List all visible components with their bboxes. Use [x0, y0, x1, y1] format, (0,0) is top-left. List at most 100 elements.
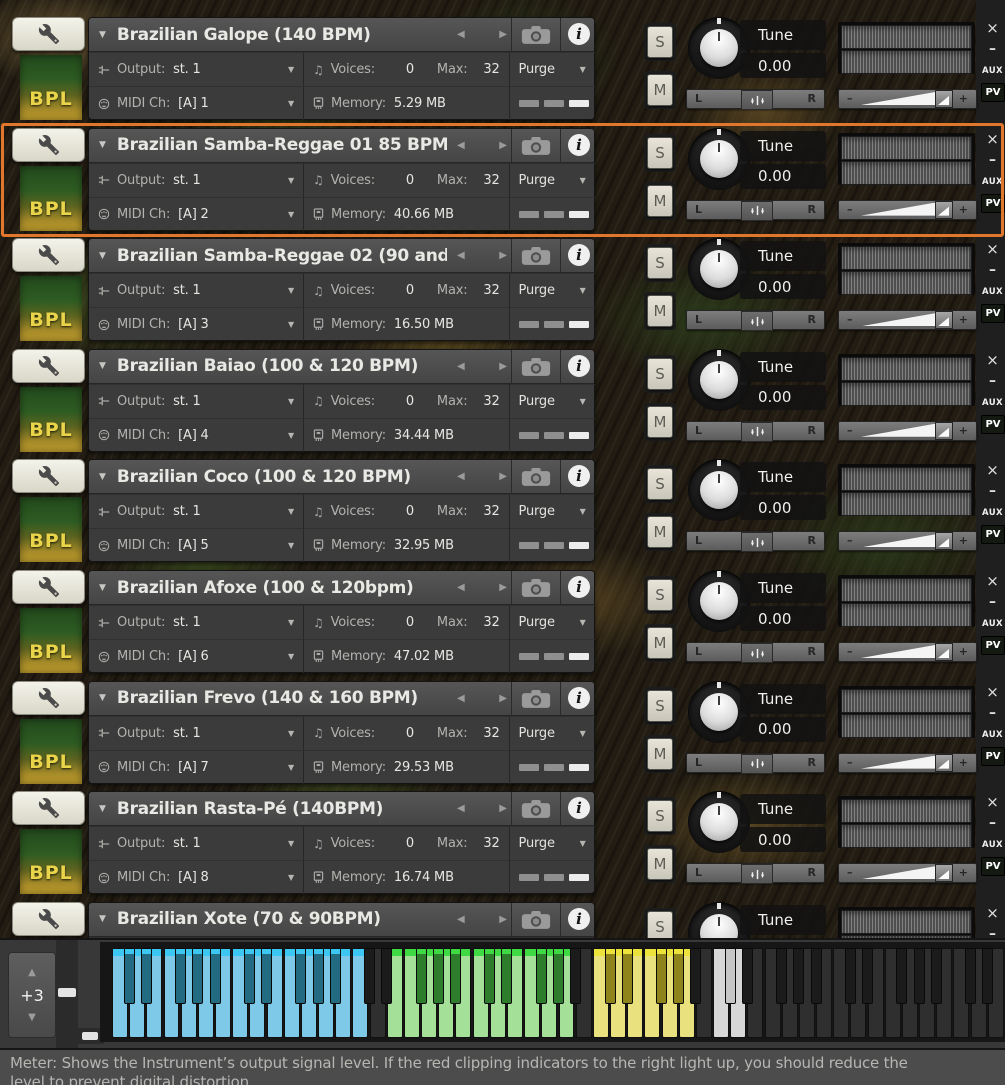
minimize-icon[interactable]: – — [980, 152, 1005, 168]
pv-button[interactable]: PV — [981, 414, 1005, 434]
piano-key-black[interactable] — [501, 948, 513, 1004]
pan-handle[interactable] — [741, 421, 773, 442]
close-icon[interactable]: × — [980, 240, 1005, 258]
wrench-edit-button[interactable] — [12, 459, 85, 494]
tune-value[interactable]: 0.00 — [740, 384, 826, 410]
output-dropdown-caret[interactable]: ▼ — [288, 729, 294, 738]
piano-key-black[interactable] — [449, 948, 461, 1004]
max-voices-value[interactable]: 32 — [483, 173, 499, 188]
output-dropdown-caret[interactable]: ▼ — [288, 839, 294, 848]
close-icon[interactable]: × — [980, 351, 1005, 369]
next-instrument-arrow[interactable]: ▶ — [499, 582, 507, 593]
piano-key-black[interactable] — [965, 948, 977, 1004]
piano-key-black[interactable] — [209, 948, 221, 1004]
piano-key-black[interactable] — [553, 948, 564, 1004]
instrument-title[interactable]: Brazilian Coco (100 & 120 BPM) — [117, 467, 411, 487]
output-value[interactable]: st. 1 — [173, 62, 201, 77]
output-value[interactable]: st. 1 — [173, 836, 201, 851]
prev-instrument-arrow[interactable]: ◀ — [457, 250, 465, 261]
next-instrument-arrow[interactable]: ▶ — [499, 914, 507, 925]
piano-key-black[interactable] — [364, 948, 376, 1004]
collapse-caret-icon[interactable]: ▼ — [99, 583, 106, 593]
instrument-title[interactable]: Brazilian Samba-Reggae 02 (90 and — [117, 246, 447, 266]
piano-key-black[interactable] — [484, 948, 496, 1004]
volume-slider[interactable]: – + — [838, 310, 977, 331]
pan-handle[interactable] — [741, 200, 773, 221]
prev-instrument-arrow[interactable]: ◀ — [457, 29, 465, 40]
purge-button[interactable]: Purge — [519, 615, 555, 630]
prev-instrument-arrow[interactable]: ◀ — [457, 361, 465, 372]
purge-button[interactable]: Purge — [519, 173, 555, 188]
purge-button[interactable]: Purge — [519, 394, 555, 409]
tune-value[interactable]: 0.00 — [740, 495, 826, 521]
collapse-caret-icon[interactable]: ▼ — [99, 472, 106, 482]
output-dropdown-caret[interactable]: ▼ — [288, 397, 294, 406]
purge-button[interactable]: Purge — [519, 836, 555, 851]
info-button[interactable]: i — [568, 907, 590, 930]
purge-dropdown-caret[interactable]: ▼ — [580, 65, 586, 74]
mute-button[interactable]: M — [647, 405, 673, 438]
output-dropdown-caret[interactable]: ▼ — [288, 507, 294, 516]
purge-button[interactable]: Purge — [519, 504, 555, 519]
tune-value[interactable]: 0.00 — [740, 163, 826, 189]
aux-button[interactable]: AUX — [980, 730, 1005, 740]
aux-button[interactable]: AUX — [980, 177, 1005, 187]
tune-knob[interactable] — [700, 250, 738, 289]
piano-key-black[interactable] — [295, 948, 307, 1004]
purge-dropdown-caret[interactable]: ▼ — [580, 286, 586, 295]
output-value[interactable]: st. 1 — [173, 504, 201, 519]
transpose-up-icon[interactable]: ▲ — [28, 967, 36, 979]
prev-instrument-arrow[interactable]: ◀ — [457, 803, 465, 814]
piano-key-black[interactable] — [741, 948, 753, 1004]
minimize-icon[interactable]: – — [980, 705, 1005, 721]
output-value[interactable]: st. 1 — [173, 173, 201, 188]
midi-channel-value[interactable]: [A] 6 — [178, 649, 209, 664]
pv-button[interactable]: PV — [981, 857, 1005, 877]
snapshot-camera-button[interactable] — [519, 467, 555, 487]
info-button[interactable]: i — [568, 244, 590, 267]
solo-button[interactable]: S — [647, 910, 673, 938]
volume-slider[interactable]: – + — [838, 752, 977, 773]
scrollbar-handle[interactable] — [82, 1032, 98, 1040]
close-icon[interactable]: × — [980, 572, 1005, 590]
aux-button[interactable]: AUX — [980, 619, 1005, 629]
tune-value[interactable]: 0.00 — [740, 716, 826, 742]
wrench-edit-button[interactable] — [12, 17, 85, 51]
minimize-icon[interactable]: – — [980, 926, 1005, 938]
pv-button[interactable]: PV — [981, 746, 1005, 766]
piano-key-black[interactable] — [673, 948, 685, 1004]
piano-key-black[interactable] — [175, 948, 187, 1004]
output-dropdown-caret[interactable]: ▼ — [288, 618, 294, 627]
instrument-title[interactable]: Brazilian Xote (70 & 90BPM) — [117, 909, 381, 929]
mute-button[interactable]: M — [647, 74, 673, 106]
snapshot-camera-button[interactable] — [519, 357, 555, 377]
tune-knob[interactable] — [700, 692, 738, 731]
next-instrument-arrow[interactable]: ▶ — [499, 471, 507, 482]
volume-slider[interactable]: – + — [838, 199, 977, 220]
pan-slider[interactable]: L R — [686, 642, 825, 663]
pan-slider[interactable]: L R — [686, 531, 825, 553]
pan-handle[interactable] — [741, 753, 773, 774]
output-value[interactable]: st. 1 — [173, 726, 201, 741]
tune-value[interactable]: 0.00 — [740, 606, 826, 631]
wrench-edit-button[interactable] — [12, 348, 85, 383]
volume-handle[interactable] — [935, 532, 953, 551]
purge-dropdown-caret[interactable]: ▼ — [580, 839, 586, 848]
volume-slider[interactable]: – + — [838, 863, 977, 884]
pv-button[interactable]: PV — [981, 83, 1005, 102]
pv-button[interactable]: PV — [981, 636, 1005, 655]
collapse-caret-icon[interactable]: ▼ — [99, 693, 106, 703]
next-instrument-arrow[interactable]: ▶ — [499, 29, 507, 40]
close-icon[interactable]: × — [980, 793, 1005, 811]
collapse-caret-icon[interactable]: ▼ — [99, 140, 106, 150]
aux-button[interactable]: AUX — [980, 508, 1005, 518]
midi-channel-value[interactable]: [A] 8 — [178, 870, 209, 885]
close-icon[interactable]: × — [980, 683, 1005, 701]
minimize-icon[interactable]: – — [980, 262, 1005, 278]
midi-dropdown-caret[interactable]: ▼ — [288, 652, 294, 661]
piano-key-black[interactable] — [329, 948, 341, 1004]
next-instrument-arrow[interactable]: ▶ — [499, 803, 507, 814]
solo-button[interactable]: S — [647, 247, 673, 280]
midi-dropdown-caret[interactable]: ▼ — [288, 763, 294, 772]
piano-key-black[interactable] — [930, 948, 942, 1004]
